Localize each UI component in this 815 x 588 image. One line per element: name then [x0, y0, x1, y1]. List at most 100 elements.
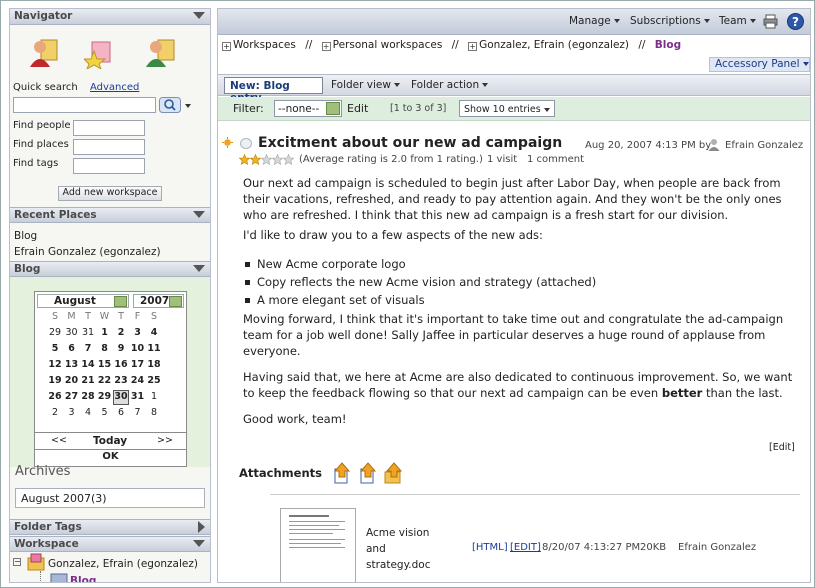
entry-author[interactable]: Efrain Gonzalez	[725, 140, 803, 151]
chevron-down-icon[interactable]	[326, 102, 340, 115]
subscriptions-menu[interactable]: Subscriptions	[630, 15, 710, 27]
breadcrumb-item[interactable]: Workspaces	[233, 39, 296, 51]
calendar-day[interactable]: 4	[80, 407, 96, 418]
accessory-panel-toggle[interactable]: Accessory Panel	[709, 57, 810, 72]
help-icon[interactable]: ?	[787, 13, 804, 30]
prev-month-link[interactable]: <<	[51, 435, 67, 446]
find-places-input[interactable]	[73, 139, 145, 155]
calendar-day[interactable]: 8	[146, 407, 162, 418]
attachment-html-link[interactable]: [HTML]	[472, 542, 508, 553]
tree-collapse-icon[interactable]: −	[13, 558, 21, 566]
navigator-header[interactable]: Navigator	[10, 9, 210, 25]
recent-places-header[interactable]: Recent Places	[10, 207, 210, 223]
calendar-day[interactable]: 3	[130, 327, 146, 338]
calendar-day[interactable]: 13	[64, 359, 80, 370]
calendar-day[interactable]: 31	[80, 327, 96, 338]
rating-stars[interactable]	[239, 154, 299, 166]
calendar-day[interactable]: 5	[47, 343, 63, 354]
blog-header[interactable]: Blog	[10, 261, 210, 277]
people-icon[interactable]	[28, 37, 60, 69]
calendar-day[interactable]: 15	[97, 359, 113, 370]
calendar-day[interactable]: 19	[47, 375, 63, 386]
team-menu[interactable]: Team	[719, 15, 756, 27]
filter-edit-link[interactable]: Edit	[347, 102, 368, 115]
recent-place-item[interactable]: Blog	[14, 230, 37, 242]
calendar-day[interactable]: 6	[64, 343, 80, 354]
collapse-icon[interactable]	[193, 540, 205, 547]
entry-edit-link[interactable]: [Edit]	[769, 442, 795, 453]
attachment-name[interactable]: Acme vision and strategy.doc	[366, 525, 431, 573]
chevron-down-icon[interactable]	[169, 296, 182, 307]
calendar-day[interactable]: 7	[130, 407, 146, 418]
star-empty-icon[interactable]	[272, 154, 283, 165]
calendar-day[interactable]: 7	[80, 343, 96, 354]
entry-menu-icon[interactable]	[240, 138, 252, 149]
star-filled-icon[interactable]	[250, 154, 261, 165]
collapse-icon[interactable]	[193, 265, 205, 272]
attachment-edit-link[interactable]: [EDIT]	[510, 542, 541, 553]
calendar-day[interactable]: 14	[80, 359, 96, 370]
recent-place-item[interactable]: Efrain Gonzalez (egonzalez)	[14, 246, 161, 258]
find-people-input[interactable]	[73, 120, 145, 136]
add-workspace-button[interactable]: Add new workspace	[58, 186, 162, 201]
manage-menu[interactable]: Manage	[569, 15, 620, 27]
calendar-day[interactable]: 21	[80, 375, 96, 386]
ok-button[interactable]: OK	[35, 451, 186, 462]
folder-action-menu[interactable]: Folder action	[411, 79, 489, 91]
quick-search-input[interactable]	[13, 97, 156, 113]
tree-child-item[interactable]: Blog	[70, 575, 96, 582]
calendar-day[interactable]: 30	[64, 327, 80, 338]
expand-icon[interactable]: +	[468, 42, 478, 51]
chevron-down-icon[interactable]	[114, 296, 127, 307]
comments-link[interactable]: 1 comment	[527, 154, 584, 165]
calendar-day[interactable]: 24	[130, 375, 146, 386]
collapse-icon[interactable]	[193, 211, 205, 218]
show-entries-select[interactable]: Show 10 entries	[459, 100, 555, 117]
calendar-day[interactable]: 5	[97, 407, 113, 418]
star-empty-icon[interactable]	[261, 154, 272, 165]
breadcrumb-item[interactable]: Personal workspaces	[333, 39, 443, 51]
calendar-day[interactable]: 22	[97, 375, 113, 386]
archive-item[interactable]: August 2007(3)	[15, 488, 205, 508]
places-icon[interactable]	[84, 37, 116, 69]
calendar-day[interactable]: 8	[97, 343, 113, 354]
calendar-day[interactable]: 1	[146, 391, 162, 402]
find-tags-input[interactable]	[73, 158, 145, 174]
calendar-day[interactable]: 25	[146, 375, 162, 386]
calendar-day[interactable]: 26	[47, 391, 63, 402]
expand-icon[interactable]: +	[321, 42, 331, 51]
calendar-day[interactable]: 29	[47, 327, 63, 338]
search-options-caret[interactable]	[185, 104, 191, 108]
calendar-day[interactable]: 20	[64, 375, 80, 386]
calendar-day[interactable]: 29	[97, 391, 113, 402]
calendar-day[interactable]: 2	[113, 327, 129, 338]
advanced-search-link[interactable]: Advanced	[90, 82, 139, 93]
calendar-day[interactable]: 31	[130, 391, 146, 402]
search-icon[interactable]	[159, 97, 181, 113]
calendar-day[interactable]: 12	[47, 359, 63, 370]
calendar-day[interactable]: 4	[146, 327, 162, 338]
month-select[interactable]: August	[37, 294, 129, 308]
entry-title[interactable]: Excitment about our new ad campaign	[258, 135, 562, 151]
calendar-day[interactable]: 23	[113, 375, 129, 386]
tree-root-item[interactable]: Gonzalez, Efrain (egonzalez)	[48, 558, 198, 570]
expand-icon[interactable]: +	[222, 42, 231, 51]
tags-icon[interactable]	[144, 37, 176, 69]
calendar-day[interactable]: 17	[130, 359, 146, 370]
year-select[interactable]: 2007	[133, 294, 184, 308]
star-empty-icon[interactable]	[283, 154, 294, 165]
calendar-day[interactable]: 9	[113, 343, 129, 354]
attachment-thumbnail[interactable]	[280, 508, 356, 582]
new-blog-entry-button[interactable]: New: Blog entry	[224, 77, 323, 104]
expand-icon[interactable]	[198, 521, 205, 533]
calendar-day[interactable]: 6	[113, 407, 129, 418]
calendar-day[interactable]: 27	[64, 391, 80, 402]
calendar-day[interactable]: 28	[80, 391, 96, 402]
calendar-day[interactable]: 1	[97, 327, 113, 338]
print-icon[interactable]	[763, 14, 778, 29]
folder-view-menu[interactable]: Folder view	[331, 79, 400, 91]
calendar-day[interactable]: 2	[47, 407, 63, 418]
star-filled-icon[interactable]	[239, 154, 250, 165]
filter-select[interactable]: --none--	[274, 100, 342, 117]
today-link[interactable]: Today	[93, 435, 127, 447]
